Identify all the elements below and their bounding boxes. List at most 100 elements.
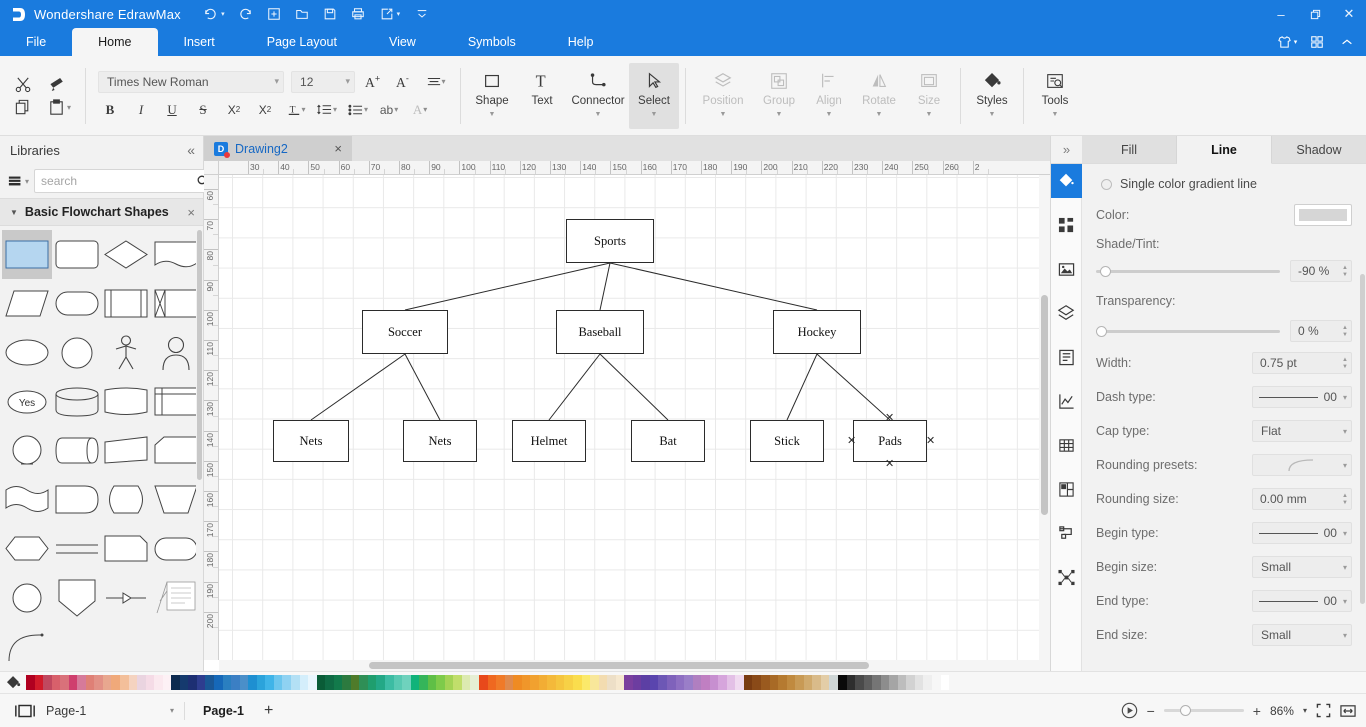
menu-tab-view[interactable]: View — [363, 28, 442, 56]
shape-stadium[interactable] — [151, 524, 201, 573]
shape-ellipse[interactable] — [2, 328, 52, 377]
text-color-button[interactable]: T ▾ — [284, 99, 308, 121]
shape-trapezoid-wedge[interactable] — [102, 426, 152, 475]
palette-swatch[interactable] — [478, 675, 488, 690]
diagram-connector[interactable] — [786, 353, 818, 421]
palette-swatch[interactable] — [410, 675, 420, 690]
palette-swatch[interactable] — [188, 675, 197, 690]
play-icon[interactable] — [1121, 702, 1138, 719]
diagram-node-helmet[interactable]: Helmet — [512, 420, 586, 462]
palette-swatch[interactable] — [820, 675, 830, 690]
palette-swatch[interactable] — [222, 675, 232, 690]
diagram-connector[interactable] — [404, 353, 441, 421]
palette-swatch[interactable] — [752, 675, 762, 690]
palette-swatch[interactable] — [34, 675, 44, 690]
font-name-select[interactable]: Times New Roman ▾ — [98, 70, 285, 93]
diagram-node-nets1[interactable]: Nets — [273, 420, 349, 462]
palette-swatch[interactable] — [692, 675, 702, 690]
connector-button[interactable]: Connector ▼ — [567, 63, 629, 129]
single-color-gradient-line-option[interactable]: Single color gradient line — [1096, 170, 1352, 198]
palette-swatch[interactable] — [419, 675, 428, 690]
drawing-canvas[interactable]: Sports Soccer Baseball Hockey Nets Nets Helmet… — [219, 175, 1039, 660]
format-panel-scrollbar-thumb[interactable] — [1360, 274, 1365, 604]
shape-process[interactable] — [2, 230, 52, 279]
minimize-button[interactable]: – — [1264, 0, 1298, 28]
palette-swatch[interactable] — [290, 675, 300, 690]
palette-swatch[interactable] — [231, 675, 240, 690]
shape-actor[interactable] — [151, 328, 201, 377]
shape-database[interactable] — [52, 377, 102, 426]
palette-swatch[interactable] — [897, 675, 907, 690]
palette-swatch[interactable] — [812, 675, 821, 690]
palette-swatch[interactable] — [461, 675, 471, 690]
cap-type-dropdown[interactable]: Flat ▾ — [1252, 420, 1352, 442]
menu-tab-home[interactable]: Home — [72, 28, 158, 56]
shape-wave[interactable] — [2, 475, 52, 524]
palette-swatch[interactable] — [179, 675, 189, 690]
palette-swatch[interactable] — [863, 675, 873, 690]
palette-swatch[interactable] — [120, 675, 129, 690]
shape-arrow-connector[interactable] — [102, 573, 152, 622]
palette-swatch[interactable] — [436, 675, 445, 690]
palette-swatch[interactable] — [496, 675, 505, 690]
end-type-dropdown[interactable]: 00 ▾ — [1252, 590, 1352, 612]
palette-swatch[interactable] — [308, 675, 317, 690]
shape-person[interactable] — [102, 328, 152, 377]
shape-manual-input[interactable] — [151, 426, 201, 475]
palette-swatch[interactable] — [667, 675, 676, 690]
fill-style-icon[interactable] — [1050, 164, 1082, 198]
palette-swatch[interactable] — [427, 675, 437, 690]
menu-tab-file[interactable]: File — [0, 28, 72, 56]
font-size-select[interactable]: 12 ▾ — [291, 70, 356, 93]
palette-swatch[interactable] — [325, 675, 334, 690]
vertical-ruler[interactable]: 60 70 80 90 100 110 120 130 140 150 160 170 180 190 20… — [204, 175, 219, 660]
end-size-dropdown[interactable]: Small ▾ — [1252, 624, 1352, 646]
palette-swatch[interactable] — [376, 675, 385, 690]
palette-swatch[interactable] — [641, 675, 650, 690]
shape-arc[interactable] — [2, 622, 52, 671]
line-color-swatch[interactable] — [1294, 204, 1352, 226]
paste-button[interactable]: ▾ — [47, 98, 71, 117]
palette-swatch[interactable] — [684, 675, 693, 690]
palette-swatch[interactable] — [555, 675, 565, 690]
transparency-slider[interactable] — [1096, 324, 1280, 338]
save-icon[interactable] — [317, 3, 343, 25]
shape-yes-tag[interactable]: Yes — [2, 377, 52, 426]
tab-shadow[interactable]: Shadow — [1272, 136, 1366, 164]
diagram-node-stick[interactable]: Stick — [750, 420, 824, 462]
palette-swatch[interactable] — [709, 675, 719, 690]
zoom-out-button[interactable]: − — [1147, 703, 1155, 719]
palette-swatch[interactable] — [632, 675, 642, 690]
palette-swatch[interactable] — [906, 675, 915, 690]
more-icon[interactable] — [409, 3, 435, 25]
palette-swatch[interactable] — [598, 675, 608, 690]
transparency-spin[interactable]: 0 % ▲ ▼ — [1290, 320, 1352, 342]
copy-button[interactable] — [14, 98, 33, 117]
palette-swatch[interactable] — [248, 675, 257, 690]
layers-icon[interactable] — [1051, 296, 1082, 330]
shape-display[interactable] — [102, 475, 152, 524]
palette-swatch[interactable] — [196, 675, 206, 690]
tab-fill[interactable]: Fill — [1082, 136, 1177, 164]
tools-button[interactable]: Tools ▼ — [1030, 63, 1080, 129]
palette-swatch[interactable] — [205, 675, 215, 690]
palette-swatch[interactable] — [675, 675, 685, 690]
shape-internal-storage[interactable] — [151, 279, 201, 328]
palette-swatch[interactable] — [649, 675, 659, 690]
rounding-size-spin[interactable]: 0.00 mm ▲ ▼ — [1252, 488, 1352, 510]
shape-parallel-mode[interactable] — [52, 524, 102, 573]
palette-swatch[interactable] — [51, 675, 61, 690]
palette-swatch[interactable] — [564, 675, 573, 690]
palette-swatch[interactable] — [914, 675, 924, 690]
tab-line[interactable]: Line — [1177, 136, 1272, 164]
redo-icon[interactable] — [233, 3, 259, 25]
new-icon[interactable] — [261, 3, 287, 25]
shape-cut-corner[interactable] — [102, 524, 152, 573]
symbols-icon[interactable] — [1051, 208, 1082, 242]
diagram-node-nets2[interactable]: Nets — [403, 420, 477, 462]
palette-swatch[interactable] — [624, 675, 633, 690]
connector-properties-icon[interactable] — [1051, 516, 1082, 550]
palette-swatch[interactable] — [658, 675, 668, 690]
document-tab-drawing2[interactable]: D Drawing2 × — [204, 136, 352, 161]
chart-icon[interactable] — [1051, 384, 1082, 418]
